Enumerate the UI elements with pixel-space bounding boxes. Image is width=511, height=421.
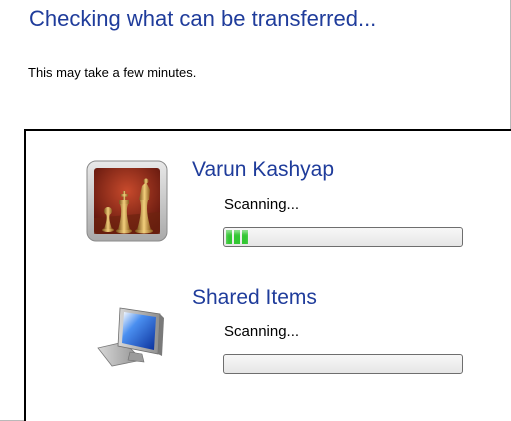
migration-wizard-page: Checking what can be transferred... This… bbox=[0, 0, 511, 421]
user-picture-chess-icon bbox=[86, 160, 168, 242]
page-subtitle: This may take a few minutes. bbox=[28, 65, 197, 80]
entry-name-shared-items: Shared Items bbox=[192, 286, 317, 309]
scan-panel: Varun Kashyap Scanning... Shared Items S… bbox=[24, 129, 511, 421]
page-title: Checking what can be transferred... bbox=[29, 6, 377, 31]
computer-monitor-icon bbox=[94, 304, 166, 368]
progress-bar-user bbox=[223, 227, 463, 247]
entry-status-shared-items: Scanning... bbox=[224, 323, 300, 340]
progress-bar-shared-items bbox=[223, 354, 463, 374]
entry-status-user: Scanning... bbox=[224, 196, 300, 213]
progress-fill-user bbox=[226, 230, 250, 244]
entry-name-user: Varun Kashyap bbox=[192, 158, 335, 181]
